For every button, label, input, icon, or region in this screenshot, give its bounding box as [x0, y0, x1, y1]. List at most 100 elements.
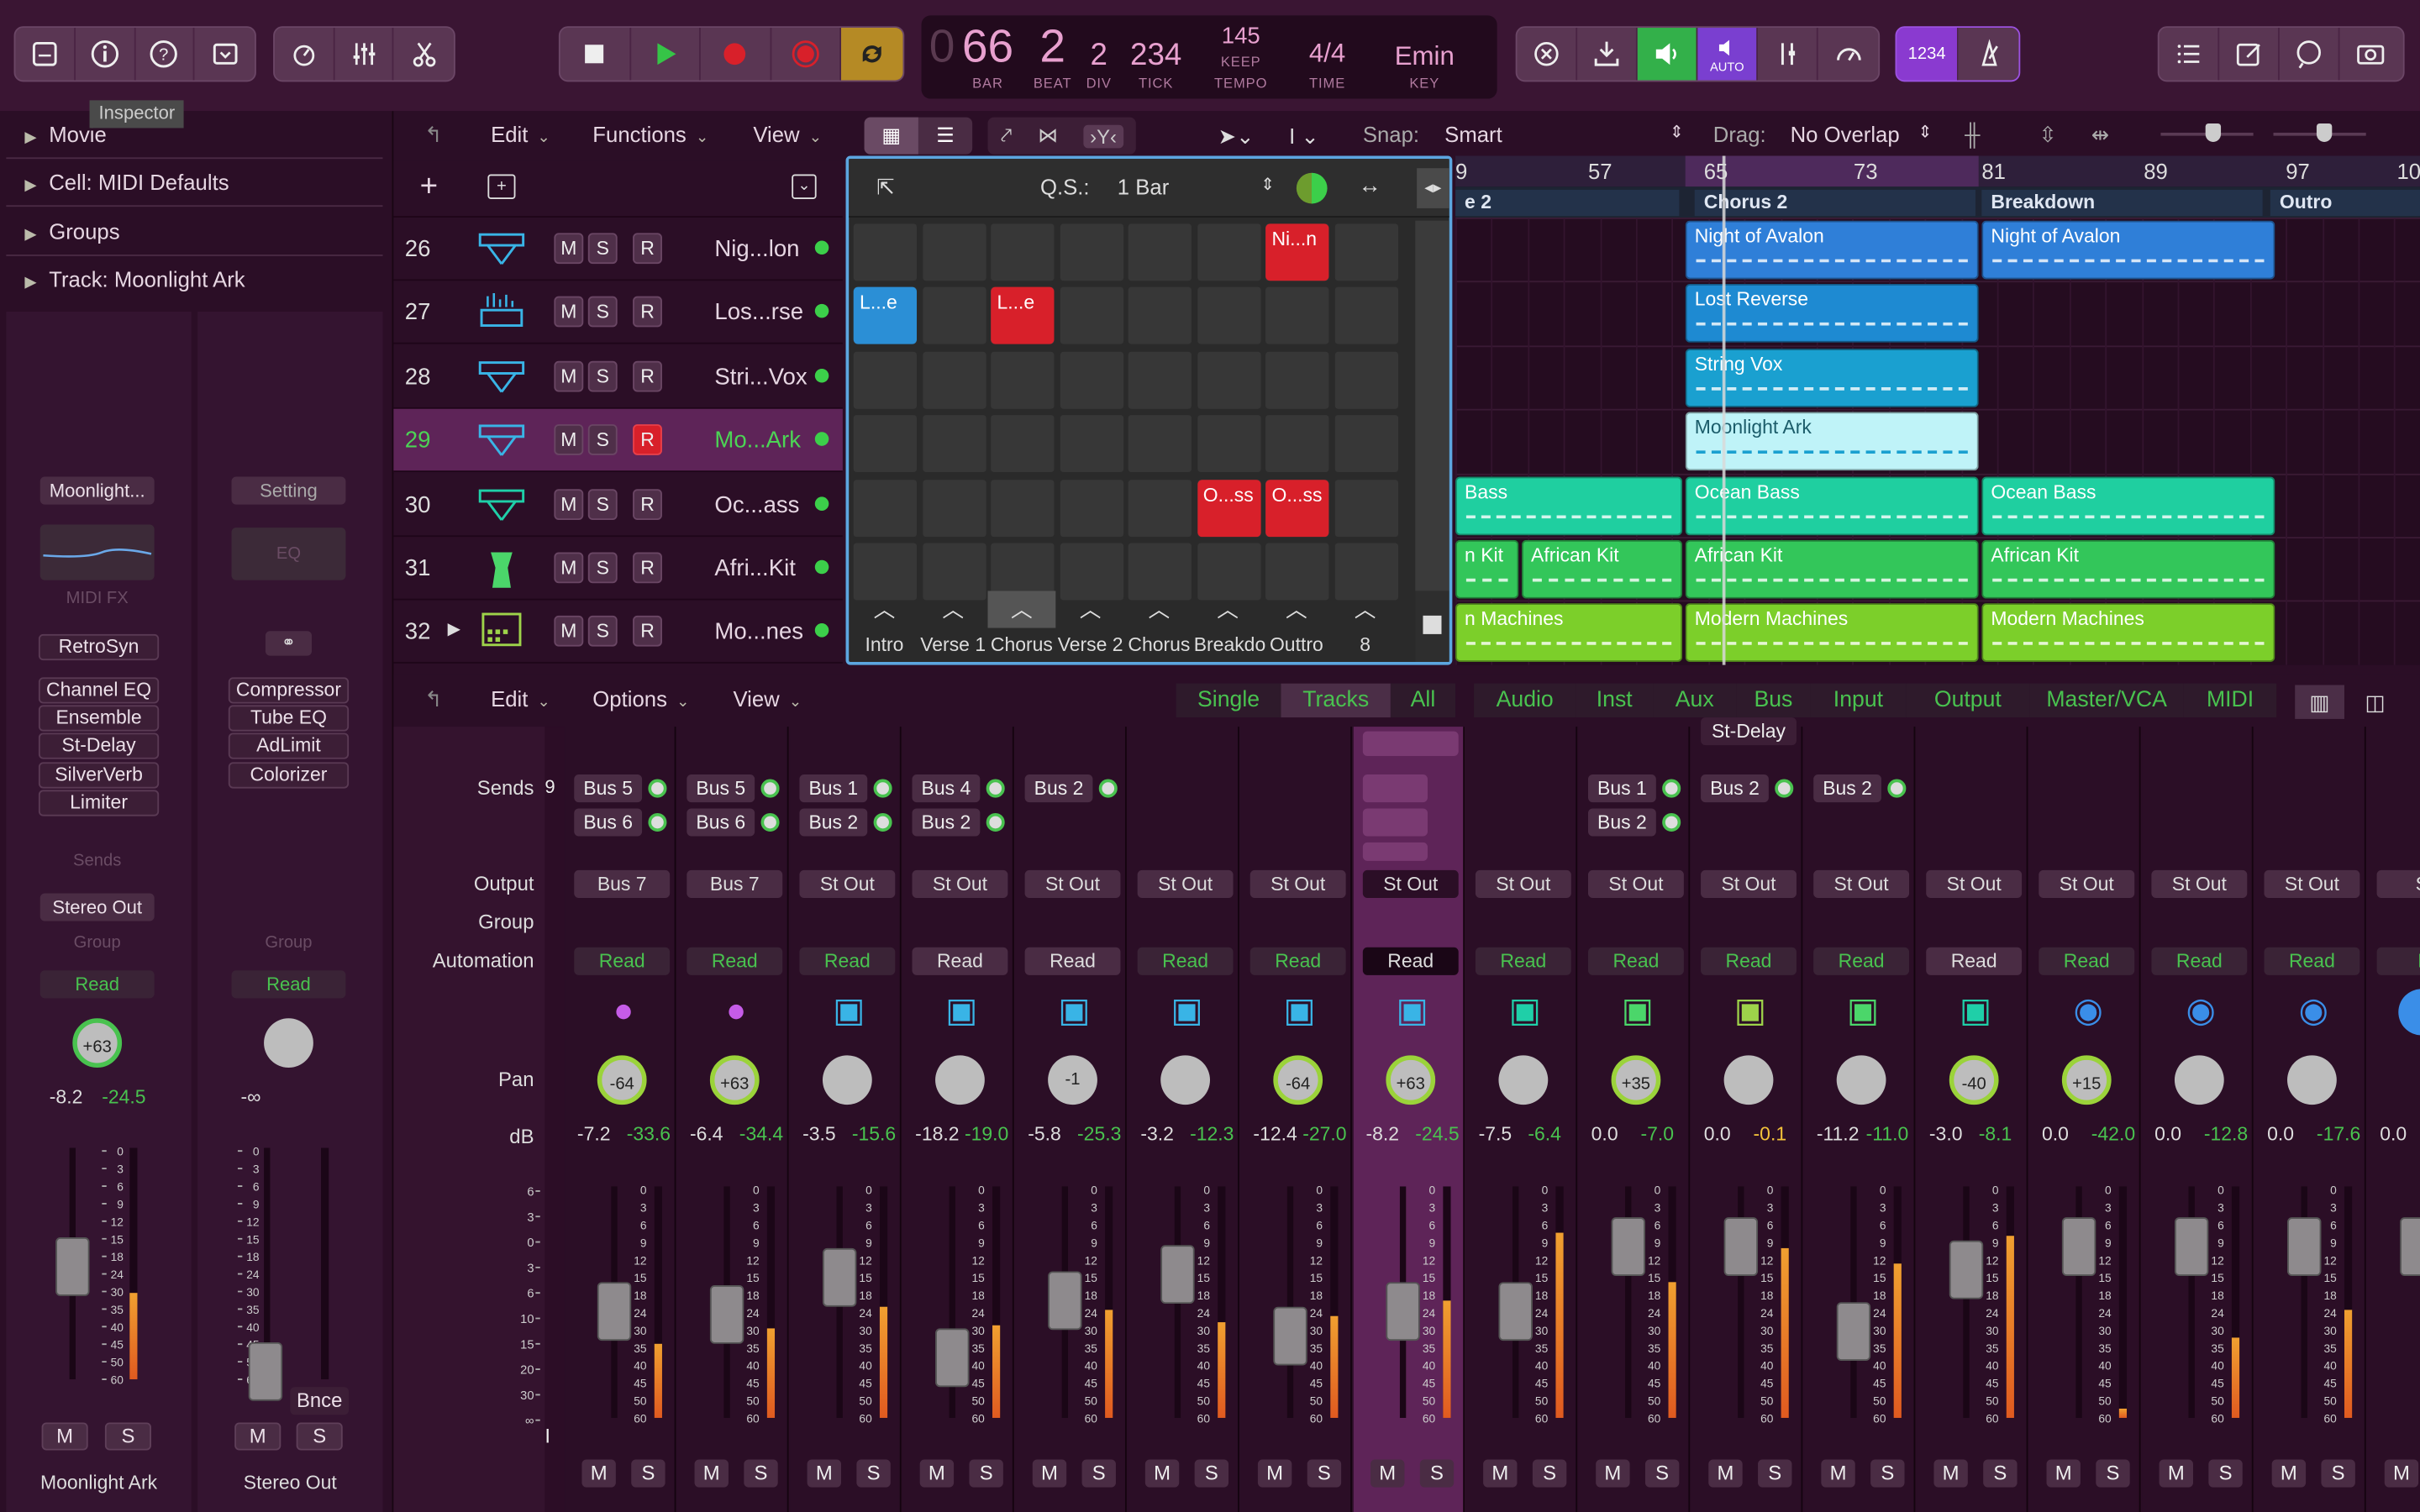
track-row[interactable]: 32 ▶ M S R Mo...nes — [393, 601, 843, 664]
group-slot[interactable]: Group — [40, 933, 155, 952]
automation-curve-icon[interactable]: ⤤ — [1001, 123, 1012, 148]
playhead[interactable] — [1722, 155, 1726, 665]
new-folder-icon[interactable]: + — [487, 174, 516, 199]
scene-trigger-icon[interactable]: ︿ — [1194, 591, 1262, 627]
pan-knob[interactable]: +15 — [2061, 1055, 2112, 1105]
solo-button[interactable]: S — [1081, 1459, 1116, 1488]
marker[interactable]: e 2 — [1455, 189, 1680, 217]
solo-button[interactable]: S — [296, 1422, 343, 1451]
output-slot[interactable]: St Out — [1475, 869, 1571, 898]
send-slot[interactable]: Bus 6 — [574, 808, 643, 837]
output-slot[interactable]: St — [2376, 869, 2420, 898]
fx-slot[interactable]: Limiter — [38, 790, 160, 816]
empty-send[interactable] — [1362, 842, 1428, 861]
wide-view-icon[interactable]: ◫ — [2350, 685, 2400, 719]
send-slot[interactable]: Bus 2 — [1587, 808, 1656, 837]
resize-arrows-icon[interactable]: ↔ — [1358, 173, 1381, 199]
toolbar-icon[interactable] — [195, 28, 255, 80]
zoom-slider-handle[interactable] — [2316, 123, 2333, 142]
automation-mode[interactable]: Read — [799, 947, 896, 975]
pan-knob[interactable]: +63 — [72, 1018, 123, 1068]
live-loop-cell[interactable]: L...e — [991, 287, 1055, 345]
empty-cell[interactable] — [922, 223, 986, 281]
empty-cell[interactable] — [1128, 287, 1192, 345]
solo-button[interactable]: S — [1644, 1459, 1680, 1488]
type-master-vca[interactable]: Master/VCA — [2029, 683, 2184, 718]
track-row[interactable]: 31 M S R Afri...Kit — [393, 537, 843, 601]
type-input[interactable]: Input — [1810, 683, 1907, 718]
solo-button[interactable]: S — [1870, 1459, 1905, 1488]
empty-cell[interactable] — [1059, 287, 1123, 345]
solo-button[interactable]: S — [587, 616, 618, 648]
mute-button[interactable]: M — [807, 1459, 842, 1488]
empty-cell[interactable] — [853, 415, 918, 473]
automation-mode[interactable]: Read — [1813, 947, 1910, 975]
send-slot[interactable]: Bus 4 — [912, 774, 981, 803]
region[interactable]: Lost Reverse — [1685, 284, 1979, 344]
tuner-icon[interactable] — [1758, 28, 1818, 81]
mute-button[interactable]: M — [554, 424, 584, 456]
output-slot[interactable]: St Out — [1813, 869, 1910, 898]
pan-knob[interactable] — [264, 1018, 313, 1068]
record-enable-button[interactable]: R — [633, 360, 662, 392]
cycle-icon[interactable] — [841, 28, 903, 81]
pan-knob[interactable] — [935, 1055, 985, 1105]
empty-cell[interactable] — [1059, 415, 1123, 473]
send-level-knob[interactable] — [760, 779, 780, 798]
functions-menu[interactable]: Functions ⌄ — [592, 122, 708, 146]
zoom-slider-handle[interactable] — [2205, 123, 2222, 142]
insert-slot[interactable]: St-Delay — [1701, 717, 1797, 746]
scene-trigger-icon[interactable]: ︿ — [987, 591, 1056, 628]
region[interactable]: Modern Machines — [1981, 603, 2275, 663]
automation-mode[interactable]: Read — [1249, 947, 1346, 975]
empty-cell[interactable] — [1334, 287, 1398, 345]
solo-button[interactable]: S — [1532, 1459, 1567, 1488]
output-slot[interactable]: St Out — [1587, 869, 1684, 898]
output-slot[interactable]: St Out — [2151, 869, 2248, 898]
record-icon[interactable] — [701, 28, 771, 81]
empty-cell[interactable] — [1128, 223, 1192, 281]
mute-button[interactable]: M — [1933, 1459, 1968, 1488]
empty-cell[interactable] — [1128, 415, 1192, 473]
send-level-knob[interactable] — [1887, 779, 1907, 798]
edit-menu[interactable]: Edit ⌄ — [491, 122, 550, 146]
pan-knob[interactable]: -40 — [1949, 1055, 1999, 1105]
empty-cell[interactable] — [1197, 351, 1260, 409]
region[interactable]: String Vox — [1685, 348, 1979, 407]
empty-slot[interactable] — [1362, 731, 1459, 756]
mute-button[interactable]: M — [581, 1459, 616, 1488]
region[interactable]: Night of Avalon — [1685, 220, 1979, 280]
output-slot[interactable]: Bus 7 — [574, 869, 671, 898]
empty-cell[interactable] — [1334, 223, 1398, 281]
output-slot[interactable]: St Out — [1024, 869, 1121, 898]
region[interactable]: African Kit — [1522, 539, 1683, 599]
output-slot[interactable]: St Out — [1701, 869, 1797, 898]
mute-button[interactable]: M — [2384, 1459, 2419, 1488]
solo-button[interactable]: S — [587, 233, 618, 265]
send-level-knob[interactable] — [760, 812, 780, 832]
send-level-knob[interactable] — [873, 812, 892, 832]
solo-button[interactable]: S — [2096, 1459, 2130, 1488]
view-menu[interactable]: View ⌄ — [733, 686, 802, 711]
track-on-indicator[interactable] — [814, 432, 829, 447]
output-slot[interactable]: St Out — [2264, 869, 2360, 898]
pan-knob[interactable]: +63 — [709, 1055, 760, 1105]
empty-cell[interactable] — [1059, 223, 1123, 281]
queue-progress-icon[interactable] — [1296, 172, 1328, 204]
solo-button[interactable]: S — [969, 1459, 1003, 1488]
automation-mode[interactable]: Read — [1475, 947, 1571, 975]
empty-cell[interactable] — [922, 415, 986, 473]
live-loop-cell[interactable]: Ni...n — [1265, 223, 1329, 281]
track-row[interactable]: 29 M S R Mo...Ark — [393, 409, 843, 473]
mute-button[interactable]: M — [41, 1422, 88, 1451]
track-on-indicator[interactable] — [814, 240, 829, 255]
add-track-icon[interactable]: + — [420, 170, 438, 205]
horizontal-zoom-icon[interactable]: ⇹ — [2091, 122, 2110, 148]
mute-button[interactable]: M — [694, 1459, 729, 1488]
automation-mode[interactable]: Read — [1137, 947, 1234, 975]
region[interactable]: African Kit — [1685, 539, 1979, 599]
empty-cell[interactable] — [991, 223, 1055, 281]
pan-knob[interactable]: -1 — [1048, 1055, 1097, 1105]
send-slot[interactable]: Bus 2 — [912, 808, 981, 837]
automation-mode[interactable]: Read — [2151, 947, 2248, 975]
